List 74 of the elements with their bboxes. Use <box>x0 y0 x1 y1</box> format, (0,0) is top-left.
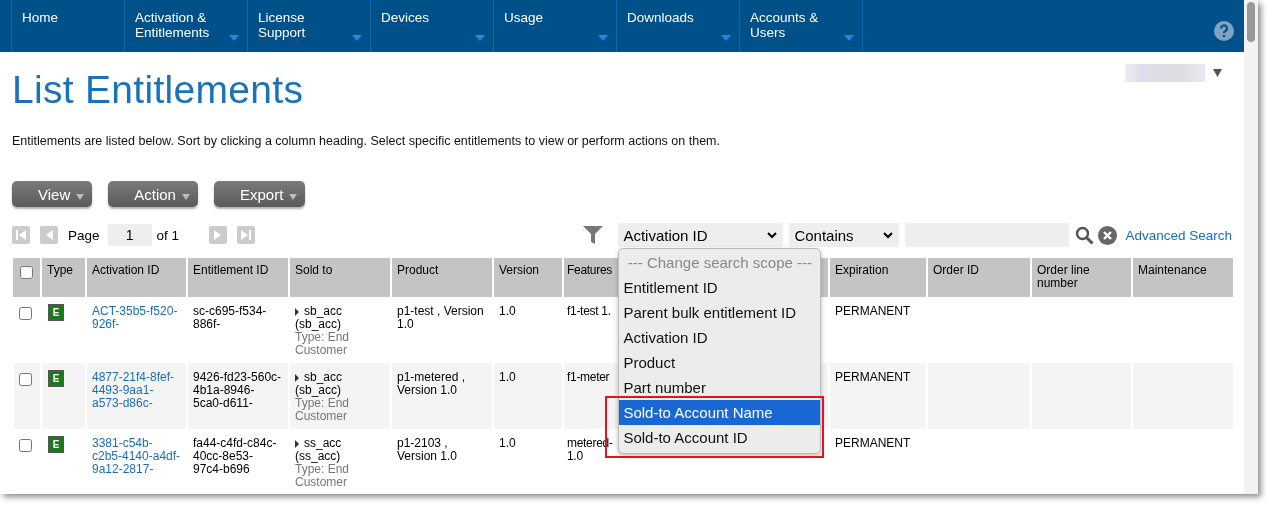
dropdown-option[interactable]: Entitlement ID <box>619 275 821 300</box>
table-cell: ss_acc <box>304 437 342 450</box>
caret-icon <box>289 193 298 200</box>
scrollbar-thumb[interactable] <box>1247 2 1255 42</box>
row-checkbox[interactable] <box>19 439 32 452</box>
table-cell-text: sc-c695-f534-886f- <box>193 305 268 331</box>
table-cell: sb_acc <box>304 305 343 318</box>
table-cell-text: p1-metered , Version 1.0 <box>397 371 467 397</box>
page-number-field[interactable]: 1 <box>107 224 152 246</box>
table-cell-text: Type: End Customer <box>295 331 351 357</box>
advanced-search-link[interactable]: Advanced Search <box>1125 227 1232 243</box>
expand-arrow-icon[interactable] <box>295 439 299 448</box>
match-operator-dropdown[interactable]: Contains <box>789 223 900 247</box>
table-cell: sb_acc <box>304 371 343 384</box>
row-checkbox[interactable] <box>19 373 32 386</box>
nav-menu-item[interactable]: Home <box>12 0 125 52</box>
table-cell-text: Type: End Customer <box>295 463 351 489</box>
clear-icon[interactable] <box>1098 225 1118 245</box>
menu-button[interactable]: View <box>12 181 93 207</box>
caret-icon <box>1213 69 1222 77</box>
help-icon[interactable] <box>1214 21 1234 41</box>
nav-menu-item[interactable]: Devices <box>371 0 494 52</box>
table-cell-text: Type: End Customer <box>295 397 351 423</box>
nav-menu-item[interactable]: License Support <box>248 0 371 52</box>
chevron-icon <box>883 231 894 239</box>
page-title: List Entitlements <box>12 68 304 112</box>
dropdown-option[interactable]: Activation ID <box>619 325 821 350</box>
dropdown-option[interactable]: Parent bulk entitlement ID <box>619 300 821 325</box>
nav-menu-item[interactable]: Usage <box>494 0 617 52</box>
search-scope-dropdown[interactable]: Activation ID <box>618 223 784 247</box>
filter-icon[interactable] <box>583 226 604 244</box>
table-cell: 1.0 <box>499 436 516 450</box>
table-cell-text: (sb_acc) <box>295 384 341 397</box>
row-checkbox[interactable] <box>19 307 32 320</box>
nav-menu-item[interactable]: Downloads <box>617 0 740 52</box>
search-icon[interactable] <box>1075 225 1095 245</box>
table-cell-text: p1-2103 , Version 1.0 <box>397 437 459 463</box>
dropdown-option[interactable]: Part number <box>619 375 821 400</box>
dropdown-option: --- Change search scope --- <box>619 250 821 275</box>
table-cell: PERMANENT <box>835 370 911 384</box>
table-cell-text: f1-meter <box>567 371 611 384</box>
activation-id-link[interactable]: ACT-35b5-f520-926f- <box>92 305 181 331</box>
expand-arrow-icon[interactable] <box>295 373 299 382</box>
entitlement-type-badge: E <box>49 305 63 320</box>
account-menu[interactable] <box>1125 64 1222 82</box>
table-cell-text: (sb_acc) <box>295 318 341 331</box>
table-cell-text: f1-test 1. <box>567 305 612 318</box>
table-cell: 1.0 <box>499 304 516 318</box>
expand-arrow-icon[interactable] <box>295 307 299 316</box>
table-cell: PERMANENT <box>835 304 911 318</box>
dropdown-option[interactable]: Product <box>619 350 821 375</box>
entitlement-type-badge: E <box>49 437 63 452</box>
dropdown-option[interactable]: Sold-to Account Name <box>619 400 821 425</box>
scrollbar[interactable] <box>1244 0 1258 494</box>
entitlement-type-badge: E <box>49 371 63 386</box>
table-cell: 1.0 <box>499 370 516 384</box>
table-cell-text: p1-test , Version 1.0 <box>397 305 485 331</box>
select-all-checkbox[interactable] <box>20 266 33 279</box>
page-count: of 1 <box>156 227 180 243</box>
menu-button[interactable]: Action <box>108 181 198 207</box>
activation-id-link[interactable]: 3381-c54b-c2b5-4140-a4df-9a12-2817- <box>92 437 181 476</box>
nav-menu-item[interactable]: Accounts & Users <box>740 0 863 52</box>
menu-button[interactable]: Export <box>213 181 306 207</box>
table-cell-text: (ss_acc) <box>295 450 342 463</box>
table-cell: 9426-fd23-560c-4b1a-8946-5ca0-d611- <box>193 371 283 410</box>
table-cell-text: fa44-c4fd-c84c-40cc-8e53-97c4-b696 <box>193 437 278 476</box>
table-cell: PERMANENT <box>835 436 911 450</box>
page-label: Page <box>68 227 100 243</box>
caret-icon <box>76 193 85 200</box>
nav-menu-item[interactable]: Activation & Entitlements <box>125 0 248 52</box>
page-description: Entitlements are listed below. Sort by clicking a column heading. Select specific entitlements to view or perform actions on them. <box>12 134 721 148</box>
chevron-icon <box>767 231 778 239</box>
caret-icon <box>181 193 190 200</box>
dropdown-option[interactable]: Sold-to Account ID <box>619 425 821 450</box>
